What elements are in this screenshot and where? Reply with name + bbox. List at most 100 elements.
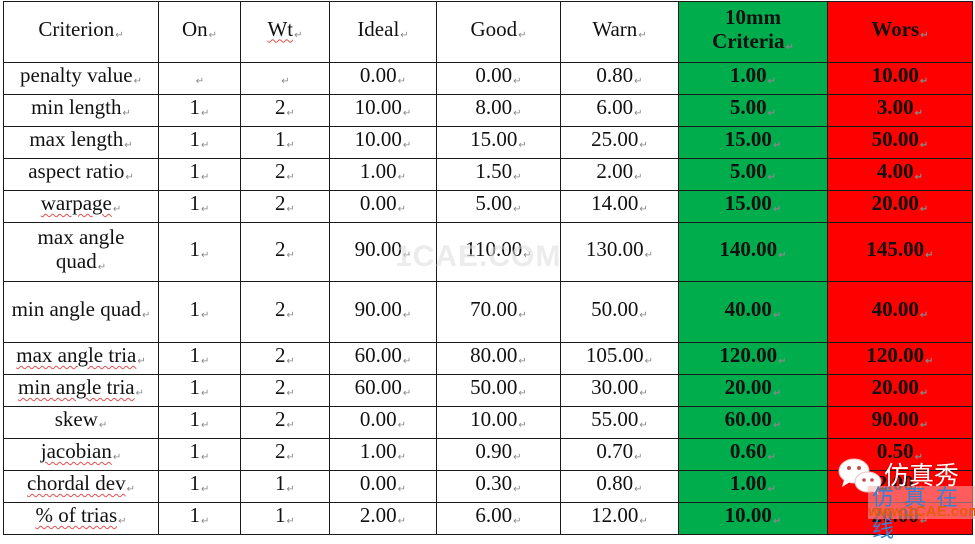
table-body: penalty value↵ ↵ ↵ 0.00↵ 0.00↵ 0.80↵ 1.00↵ 10.0… — [3, 62, 973, 535]
table-row: penalty value↵ ↵ ↵ 0.00↵ 0.00↵ 0.80↵ 1.00↵ 10.0… — [3, 62, 973, 95]
cell-10mm-criteria: 20.00↵ — [678, 374, 828, 407]
cell-criterion: aspect ratio↵ — [3, 158, 159, 191]
cell-on: 1↵ — [158, 190, 241, 223]
cell-on: 1↵ — [158, 158, 241, 191]
cell-10mm-criteria: 60.00↵ — [678, 406, 828, 439]
cell-wt: 2↵ — [240, 374, 330, 407]
cell-warn: 25.00↵ — [560, 126, 679, 159]
header-criterion: Criterion↵ — [3, 1, 159, 63]
cell-ideal: 60.00↵ — [329, 374, 437, 407]
cell-ideal: 60.00↵ — [329, 342, 437, 375]
cell-ideal: 1.00↵ — [329, 158, 437, 191]
cell-good: 10.00↵ — [436, 406, 561, 439]
header-good: Good↵ — [436, 1, 561, 63]
cell-warn: 105.00↵ — [560, 342, 679, 375]
cell-wt: 2↵ — [240, 94, 330, 127]
cell-warn: 0.70↵ — [560, 438, 679, 471]
cell-on: 1↵ — [158, 374, 241, 407]
cell-warn: 55.00↵ — [560, 406, 679, 439]
cell-wt: 2↵ — [240, 158, 330, 191]
cell-on: 1↵ — [158, 406, 241, 439]
cell-good: 5.00↵ — [436, 190, 561, 223]
cell-good: 50.00↵ — [436, 374, 561, 407]
cell-wors: 10.00↵ — [827, 62, 973, 95]
cell-ideal: 0.00↵ — [329, 62, 437, 95]
cell-good: 15.00↵ — [436, 126, 561, 159]
cell-on: 1↵ — [158, 94, 241, 127]
cell-good: 70.00↵ — [436, 281, 561, 343]
cell-warn: 14.00↵ — [560, 190, 679, 223]
mesh-quality-criteria-table: Criterion↵ On↵ Wt↵ Ideal↵ Good↵ Warn↵ 10… — [3, 1, 973, 535]
cell-warn: 2.00↵ — [560, 158, 679, 191]
cell-on: 1↵ — [158, 342, 241, 375]
header-wt: Wt↵ — [240, 1, 330, 63]
table-row: aspect ratio↵ 1↵ 2↵ 1.00↵ 1.50↵ 2.00↵ 5.00↵ 4.0… — [3, 158, 973, 191]
cell-wors: 3.00↵ — [827, 94, 973, 127]
cell-on: 1↵ — [158, 470, 241, 503]
table-row: chordal dev↵ 1↵ 1↵ 0.00↵ 0.30↵ 0.80↵ 1.00↵ 2.00… — [3, 470, 973, 503]
cell-wors: 20.00↵ — [827, 190, 973, 223]
cell-10mm-criteria: 15.00↵ — [678, 126, 828, 159]
cell-wors: 0.50↵ — [827, 438, 973, 471]
cell-wt: 1↵ — [240, 126, 330, 159]
cell-criterion: max length↵ — [3, 126, 159, 159]
cell-ideal: 10.00↵ — [329, 94, 437, 127]
cell-criterion: penalty value↵ — [3, 62, 159, 95]
table-row: min length↵ 1↵ 2↵ 10.00↵ 8.00↵ 6.00↵ 5.00↵ 3.00… — [3, 94, 973, 127]
cell-criterion: min angle quad↵ — [3, 281, 159, 343]
cell-warn: 0.80↵ — [560, 62, 679, 95]
table-row: min angle quad↵ 1↵ 2↵ 90.00↵ 70.00↵ 50.00↵ 40.… — [3, 281, 973, 343]
cell-good: 0.30↵ — [436, 470, 561, 503]
cell-good: 0.00↵ — [436, 62, 561, 95]
cell-10mm-criteria: 0.60↵ — [678, 438, 828, 471]
cell-good: 1.50↵ — [436, 158, 561, 191]
cell-ideal: 90.00↵ — [329, 281, 437, 343]
cell-warn: 130.00↵ — [560, 222, 679, 282]
cell-wors: 40.00↵ — [827, 281, 973, 343]
cell-on: 1↵ — [158, 438, 241, 471]
cell-wt: ↵ — [240, 62, 330, 95]
cell-good: 110.00↵ — [436, 222, 561, 282]
cell-good: 80.00↵ — [436, 342, 561, 375]
cell-good: 8.00↵ — [436, 94, 561, 127]
cell-wors: 50.00↵ — [827, 126, 973, 159]
table-row: max angle tria↵ 1↵ 2↵ 60.00↵ 80.00↵ 105.00↵ 12… — [3, 342, 973, 375]
table-row: warpage↵ 1↵ 2↵ 0.00↵ 5.00↵ 14.00↵ 15.00↵ 20.00↵ — [3, 190, 973, 223]
header-10mm-criteria: 10mm Criteria↵ — [678, 1, 828, 63]
header-on: On↵ — [158, 1, 241, 63]
cell-wt: 2↵ — [240, 222, 330, 282]
cell-10mm-criteria: 5.00↵ — [678, 158, 828, 191]
cell-10mm-criteria: 120.00↵ — [678, 342, 828, 375]
header-wors: Wors↵ — [827, 1, 973, 63]
cell-wors: 20.00↵ — [827, 374, 973, 407]
cell-criterion: min angle tria↵ — [3, 374, 159, 407]
cell-10mm-criteria: 5.00↵ — [678, 94, 828, 127]
cell-on: ↵ — [158, 62, 241, 95]
cell-warn: 6.00↵ — [560, 94, 679, 127]
cell-good: 0.90↵ — [436, 438, 561, 471]
cell-10mm-criteria: 40.00↵ — [678, 281, 828, 343]
table-row: min angle tria↵ 1↵ 2↵ 60.00↵ 50.00↵ 30.00↵ 20.… — [3, 374, 973, 407]
cell-on: 1↵ — [158, 281, 241, 343]
header-row: Criterion↵ On↵ Wt↵ Ideal↵ Good↵ Warn↵ 10… — [3, 1, 973, 63]
cell-wt: 1↵ — [240, 470, 330, 503]
cell-criterion: max angle quad↵ — [3, 222, 159, 282]
cell-warn: 30.00↵ — [560, 374, 679, 407]
cell-ideal: 10.00↵ — [329, 126, 437, 159]
table-row: skew↵ 1↵ 2↵ 0.00↵ 10.00↵ 55.00↵ 60.00↵ 90.00↵ — [3, 406, 973, 439]
cell-on: 1↵ — [158, 222, 241, 282]
cell-ideal: 1.00↵ — [329, 438, 437, 471]
table-row: jacobian↵ 1↵ 2↵ 1.00↵ 0.90↵ 0.70↵ 0.60↵ 0.50↵ — [3, 438, 973, 471]
cell-wors: 2.00↵ — [827, 470, 973, 503]
cell-10mm-criteria: 15.00↵ — [678, 190, 828, 223]
cell-warn: 50.00↵ — [560, 281, 679, 343]
cell-warn: 0.80↵ — [560, 470, 679, 503]
cell-wors: 90.00↵ — [827, 406, 973, 439]
table-row: max angle quad↵ 1↵ 2↵ 90.00↵ 110.00↵ 130.00↵ 1… — [3, 222, 973, 282]
cell-10mm-criteria: 1.00↵ — [678, 62, 828, 95]
cell-criterion: warpage↵ — [3, 190, 159, 223]
cell-ideal: 0.00↵ — [329, 406, 437, 439]
cell-wt: 2↵ — [240, 406, 330, 439]
header-ideal: Ideal↵ — [329, 1, 437, 63]
cell-ideal: 0.00↵ — [329, 190, 437, 223]
